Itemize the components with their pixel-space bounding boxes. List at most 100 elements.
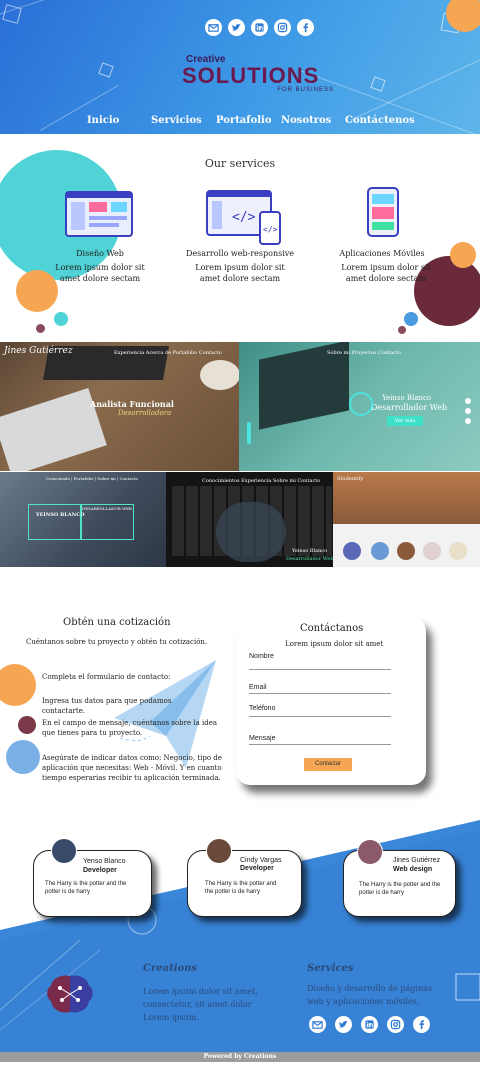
phone-label: Teléfono bbox=[249, 705, 276, 712]
team-member-quote: The Harry is the potter and the potter i… bbox=[45, 881, 127, 895]
instagram-icon[interactable] bbox=[274, 19, 291, 36]
message-field[interactable] bbox=[249, 744, 391, 745]
portfolio-role: Desarrollador Web bbox=[371, 403, 448, 412]
team-member-name: Jines Gutiérrez bbox=[393, 857, 441, 864]
service-name: Aplicaciones Móviles bbox=[339, 249, 425, 258]
portfolio-nav: Sobre mi Proyectos Contacto bbox=[327, 350, 401, 356]
scroll-indicator bbox=[247, 422, 251, 444]
team-member-quote: The Harry is the potter and the potter i… bbox=[359, 882, 441, 896]
facebook-icon[interactable] bbox=[413, 1016, 430, 1033]
portfolio-tile-yeinso-dark[interactable]: Conociendo | Portafolio | Sobre mi | Con… bbox=[0, 472, 166, 567]
orange-circle-decoration bbox=[0, 664, 36, 706]
brain-logo-icon bbox=[44, 972, 96, 1020]
services-title: Our services bbox=[204, 157, 276, 170]
twitter-icon[interactable] bbox=[335, 1016, 352, 1033]
svg-text:</>: </> bbox=[232, 210, 256, 225]
orange-dot-decoration bbox=[450, 242, 476, 268]
email-field[interactable] bbox=[249, 693, 391, 694]
category-icon bbox=[423, 542, 441, 560]
header-social-links bbox=[205, 19, 314, 36]
instagram-icon[interactable] bbox=[387, 1016, 404, 1033]
portfolio-tile-analista[interactable]: Jines Gutiérrez Experiencia Acerca de Po… bbox=[0, 342, 239, 471]
mouse-image bbox=[200, 360, 239, 390]
nav-item-contactenos[interactable]: Contáctenos bbox=[345, 115, 415, 126]
twitter-icon[interactable] bbox=[228, 19, 245, 36]
powered-by-bar: Powered by Creations bbox=[0, 1052, 480, 1062]
email-label: Email bbox=[249, 684, 267, 691]
team-member-name: Yenso Blanco bbox=[83, 858, 126, 865]
svg-text:</>: </> bbox=[263, 225, 278, 234]
play-icon bbox=[349, 392, 373, 416]
maroon-dot-decoration bbox=[36, 324, 45, 333]
name-field[interactable] bbox=[249, 669, 391, 670]
nav-item-inicio[interactable]: Inicio bbox=[87, 115, 119, 126]
phone-field[interactable] bbox=[249, 716, 391, 717]
quote-title: Obtén una cotización bbox=[63, 617, 171, 628]
category-icon bbox=[343, 542, 361, 560]
category-icon bbox=[449, 542, 467, 560]
service-name: Desarrollo web-responsive bbox=[185, 249, 295, 258]
linkedin-icon[interactable] bbox=[251, 19, 268, 36]
portfolio-name: Yeinso Blanco bbox=[292, 548, 328, 554]
social-dot-icon bbox=[465, 398, 471, 404]
service-description: Lorem ipsum dolor sit amet dolore sectam bbox=[195, 263, 285, 283]
avatar bbox=[206, 838, 232, 864]
quote-step: En el campo de mensaje, cuéntanos sobre … bbox=[42, 719, 218, 737]
facebook-icon[interactable] bbox=[297, 19, 314, 36]
nav-item-nosotros[interactable]: Nosotros bbox=[281, 115, 331, 126]
portfolio-title: Analista Funcional bbox=[90, 399, 174, 409]
portfolio-nav: Conocimientos Experiencia Sobre mi Conta… bbox=[202, 478, 321, 484]
category-icon bbox=[397, 542, 415, 560]
portfolio-subtitle: Desarrolladora bbox=[118, 409, 172, 417]
team-member-role: Developer bbox=[240, 865, 274, 872]
linkedin-icon[interactable] bbox=[361, 1016, 378, 1033]
footer-services-title: Services bbox=[307, 963, 354, 974]
web-design-icon bbox=[65, 191, 133, 241]
team-member-role: Web design bbox=[393, 866, 433, 873]
logo[interactable]: Creative SOLUTIONS FOR BUSINESS bbox=[182, 54, 342, 93]
view-more-button[interactable]: Ver más bbox=[387, 416, 423, 426]
footer-creations-title: Creations bbox=[143, 963, 198, 974]
contact-submit-button[interactable]: Contactar bbox=[304, 758, 352, 771]
blue-dot-decoration bbox=[404, 312, 418, 326]
portfolio-name-box bbox=[28, 504, 82, 540]
footer-services-text: Diseño y desarrollo de páginas web y apl… bbox=[307, 984, 433, 1006]
quote-subtitle: Cuéntanos sobre tu proyecto y obtén tu c… bbox=[26, 638, 208, 646]
message-label: Mensaje bbox=[249, 735, 276, 742]
quote-step: Completa el formulario de contacto: bbox=[42, 673, 171, 681]
service-name: Diseño Web bbox=[76, 249, 124, 258]
portfolio-tile-yeinso-web[interactable]: Sobre mi Proyectos Contacto Yeinso Blanc… bbox=[239, 342, 480, 471]
portfolio-tile-studentify[interactable]: Studentify bbox=[333, 472, 480, 567]
responsive-development-icon: </> </> bbox=[206, 190, 282, 250]
page-bottom-margin bbox=[0, 1062, 480, 1080]
email-icon[interactable] bbox=[309, 1016, 326, 1033]
nav-item-portafolio[interactable]: Portafolio bbox=[216, 115, 272, 126]
quote-step: Ingresa tus datos para que podamos conta… bbox=[42, 697, 172, 715]
name-label: Nombre bbox=[249, 653, 274, 660]
category-icon bbox=[371, 542, 389, 560]
service-description: Lorem ipsum dolor sit amet dolore sectam bbox=[55, 263, 145, 283]
contact-title: Contáctanos bbox=[300, 623, 364, 634]
social-dot-icon bbox=[465, 408, 471, 414]
maroon-dot-decoration bbox=[398, 326, 406, 334]
blue-circle-decoration bbox=[6, 740, 40, 774]
avatar bbox=[357, 839, 383, 865]
maroon-dot-decoration bbox=[18, 716, 36, 734]
team-member-name: Cindy Vargas bbox=[240, 857, 282, 864]
nav-item-servicios[interactable]: Servicios bbox=[151, 115, 202, 126]
mobile-apps-icon bbox=[367, 187, 399, 241]
footer-creations-text: Lorem ipsum dolor sit amet, consectetur,… bbox=[143, 987, 258, 1022]
service-description: Lorem ipsum dolor sit amet dolore sectam bbox=[341, 263, 431, 283]
quote-step: Asegúrate de indicar datos como: Negocio… bbox=[42, 754, 222, 782]
portfolio-brand: Studentify bbox=[337, 476, 364, 482]
portfolio-tile-keyboard[interactable]: Conocimientos Experiencia Sobre mi Conta… bbox=[166, 472, 333, 567]
portfolio-role: Desarrollador Web bbox=[286, 556, 333, 562]
email-icon[interactable] bbox=[205, 19, 222, 36]
contact-subtitle: Lorem ipsum dolor sit amet bbox=[285, 640, 384, 648]
portfolio-name: Yeinso Blanco bbox=[382, 394, 432, 402]
portfolio-role: DESARROLLADOR WEB bbox=[82, 506, 132, 511]
portfolio-nav: Conociendo | Portafolio | Sobre mi | Con… bbox=[46, 476, 138, 481]
social-dot-icon bbox=[465, 418, 471, 424]
team-member-quote: The Harry is the potter and the potter i… bbox=[205, 881, 277, 895]
team-member-role: Developer bbox=[83, 867, 117, 874]
